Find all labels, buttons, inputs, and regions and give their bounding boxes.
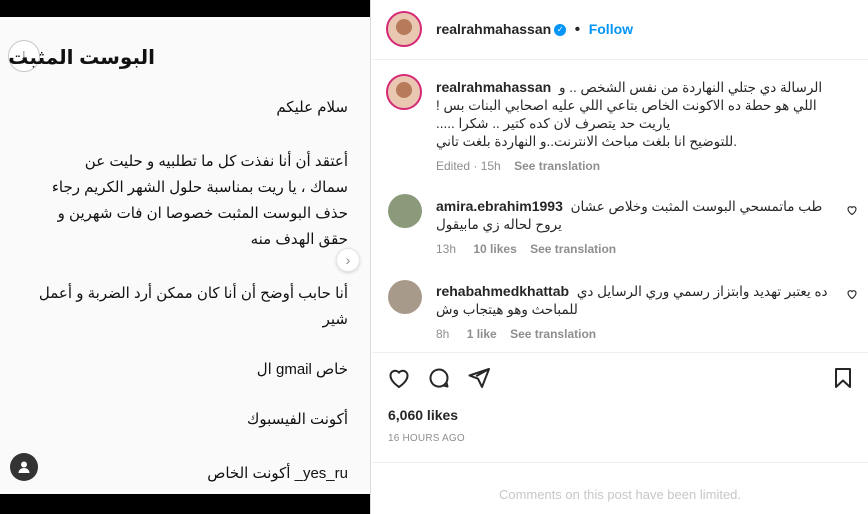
post-image-line: yes_ru_ أكونت الخاص (207, 465, 348, 482)
comments-footer: Comments on this post have been limited. (372, 462, 868, 514)
post-image-line: حذف البوست المثبت خصوصا ان فات شهرين و (57, 205, 348, 222)
comment-likes[interactable]: 10 likes (473, 242, 516, 256)
caption-edited-time: Edited · 15h (436, 159, 501, 173)
post-header: realrahmahassan ✓ • Follow (372, 0, 868, 60)
comment-meta: 8h 1 like See translation (436, 327, 836, 341)
comment-text: للمباحث وهو هيتجاب وش (436, 302, 578, 317)
caption-text: ..... ياريت حد يتصرف لان كده كتير .. شكر… (436, 116, 671, 131)
see-translation-link[interactable]: See translation (530, 242, 616, 256)
post-image-line: سلام عليكم (276, 99, 348, 116)
caption: realrahmahassan الرسالة دي جتلي النهاردة… (436, 78, 856, 173)
comment-item: amira.ebrahim1993 طب ماتمسحي البوست المث… (436, 197, 836, 256)
caption-text: اللي هو حطة ده الاكونت الخاص بتاعي اللي … (436, 98, 817, 113)
caption-username[interactable]: realrahmahassan (436, 79, 551, 95)
caption-meta: Edited · 15h See translation (436, 159, 856, 173)
share-icon[interactable] (466, 365, 492, 391)
bookmark-icon[interactable] (830, 365, 856, 391)
see-translation-link[interactable]: See translation (514, 159, 600, 173)
comment-time: 13h (436, 242, 457, 256)
post-media: ↓ البوست المثبت سلام عليكم أعتقد أن أنا … (0, 0, 371, 514)
follow-button[interactable]: Follow (589, 21, 633, 37)
post-side-panel: realrahmahassan ✓ • Follow realrahmahassa… (372, 0, 868, 514)
caption-avatar[interactable] (386, 74, 422, 110)
comment-text: ده يعتبر تهديد وابتزاز رسمي وري الرسايل … (576, 284, 828, 299)
post-image-line: حقق الهدف منه (250, 231, 348, 248)
comment-username[interactable]: amira.ebrahim1993 (436, 198, 563, 214)
avatar[interactable] (386, 11, 422, 47)
post-timestamp: 16 HOURS AGO (388, 433, 465, 444)
post-actions: 6,060 likes 16 HOURS AGO (372, 352, 868, 462)
user-tag-icon[interactable] (10, 453, 38, 481)
heart-icon[interactable] (846, 204, 858, 219)
avatar[interactable] (388, 280, 422, 314)
caption-text: للتوضيح انا بلغت مباحث الانترنت..و النها… (436, 134, 738, 149)
comment-text: يروح لحاله زي مابيقول (436, 217, 562, 232)
media-bottom-bar (0, 494, 370, 514)
caption-text: الرسالة دي جتلي النهاردة من نفس الشخص ..… (558, 80, 823, 95)
comment-text: طب ماتمسحي البوست المثبت وخلاص عشان (570, 199, 823, 214)
comment-time: 8h (436, 327, 450, 341)
header-username[interactable]: realrahmahassan (436, 21, 551, 37)
separator-dot: • (574, 21, 581, 38)
media-top-bar (0, 0, 370, 17)
verified-badge-icon: ✓ (554, 23, 567, 36)
comment-username[interactable]: rehabahmedkhattab (436, 283, 569, 299)
post-image-title: البوست المثبت (8, 47, 155, 69)
post-image-line: أعتقد أن أنا نفذت كل ما تطلبيه و حليت عن (84, 153, 348, 170)
heart-icon[interactable] (386, 365, 412, 391)
avatar[interactable] (388, 194, 422, 228)
comment-icon[interactable] (426, 365, 452, 391)
post-image-line: أنا حابب أوضح أن أنا كان ممكن أرد الضربة… (38, 285, 348, 302)
see-translation-link[interactable]: See translation (510, 327, 596, 341)
header-user-row: realrahmahassan ✓ • Follow (436, 21, 633, 39)
post-image-line: سماك ، يا ريت بمناسبة حلول الشهر الكريم … (51, 179, 348, 196)
post-image-line: أكونت الفيسبوك (246, 411, 348, 428)
heart-icon[interactable] (846, 288, 858, 303)
post-image-line: خاص gmail ال (256, 361, 348, 378)
likes-count[interactable]: 6,060 likes (388, 407, 458, 423)
chevron-right-icon[interactable]: › (336, 248, 360, 272)
comment-likes[interactable]: 1 like (467, 327, 497, 341)
comment-meta: 13h 10 likes See translation (436, 242, 836, 256)
comment-item: rehabahmedkhattab ده يعتبر تهديد وابتزاز… (436, 282, 836, 341)
post-image-line: شير (322, 311, 348, 328)
comments-limited-notice: Comments on this post have been limited. (498, 487, 742, 502)
